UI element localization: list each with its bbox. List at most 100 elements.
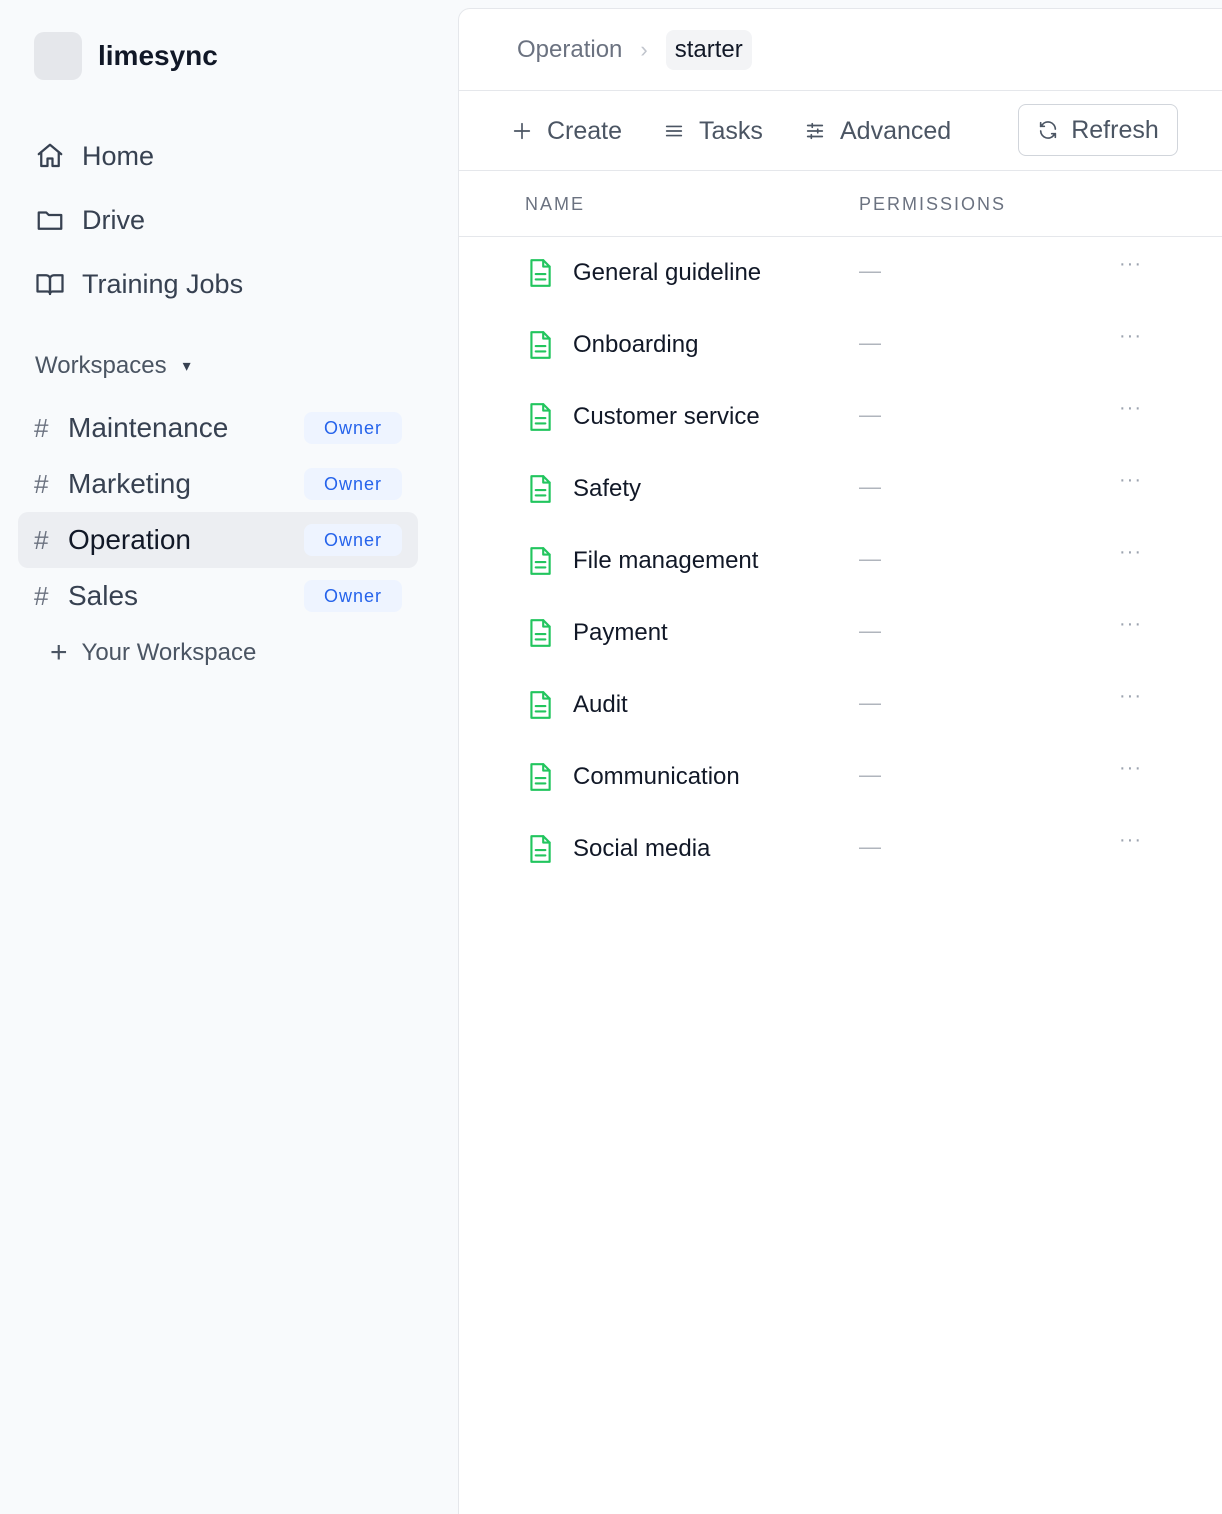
more-options-icon[interactable]: ··· [1119, 253, 1142, 276]
list-icon [663, 120, 685, 142]
more-options-icon[interactable]: ··· [1119, 541, 1142, 564]
add-workspace-button[interactable]: + Your Workspace [50, 636, 256, 670]
nav-item-label: Training Jobs [82, 268, 244, 299]
row-permissions: — [859, 474, 881, 499]
table-row[interactable]: Payment — ··· [459, 598, 1222, 670]
toolbar: Create Tasks Advanced Refresh [459, 91, 1222, 171]
breadcrumb: Operation › starter [459, 9, 1222, 91]
workspace-item-operation[interactable]: # Operation Owner [18, 512, 418, 568]
table-row[interactable]: Safety — ··· [459, 454, 1222, 526]
advanced-label: Advanced [840, 116, 952, 145]
role-badge: Owner [304, 468, 402, 500]
workspace-name: Operation [68, 524, 191, 555]
row-name: General guideline [573, 259, 762, 286]
more-options-icon[interactable]: ··· [1119, 397, 1142, 420]
row-permissions: — [859, 690, 881, 715]
table-row[interactable]: Onboarding — ··· [459, 310, 1222, 382]
table-row[interactable]: File management — ··· [459, 526, 1222, 598]
book-icon [34, 268, 66, 300]
table-header: NAME PERMISSIONS [459, 171, 1222, 237]
more-options-icon[interactable]: ··· [1119, 757, 1142, 780]
home-icon [34, 140, 66, 172]
document-icon [527, 690, 553, 720]
document-icon [527, 762, 553, 792]
row-name: Onboarding [573, 331, 699, 358]
document-icon [527, 402, 553, 432]
column-header-name[interactable]: NAME [525, 194, 585, 215]
workspace-item-marketing[interactable]: # Marketing Owner [18, 456, 418, 512]
brand-name: limesync [98, 40, 218, 71]
nav-item-label: Home [82, 140, 155, 171]
hash-icon: # [34, 412, 49, 443]
row-name: Customer service [573, 403, 760, 430]
document-icon [527, 834, 553, 864]
role-badge: Owner [304, 412, 402, 444]
row-name: Audit [573, 691, 628, 718]
document-icon [527, 330, 553, 360]
create-label: Create [547, 116, 623, 145]
row-permissions: — [859, 834, 881, 859]
nav-item-home[interactable]: Home [34, 124, 414, 188]
sliders-icon [804, 120, 826, 142]
brand[interactable]: limesync [34, 32, 218, 80]
tasks-button[interactable]: Tasks [663, 91, 763, 171]
sidebar: limesync Home Drive Training Jobs Worksp… [0, 0, 458, 1514]
chevron-right-icon: › [640, 36, 648, 62]
table-row[interactable]: Social media — ··· [459, 814, 1222, 886]
more-options-icon[interactable]: ··· [1119, 325, 1142, 348]
row-name: Communication [573, 763, 740, 790]
plus-icon: + [50, 636, 68, 669]
more-options-icon[interactable]: ··· [1119, 613, 1142, 636]
document-icon [527, 474, 553, 504]
create-button[interactable]: Create [511, 91, 622, 171]
caret-down-icon: ▾ [182, 358, 191, 375]
nav-item-training-jobs[interactable]: Training Jobs [34, 252, 414, 316]
row-permissions: — [859, 330, 881, 355]
table-row[interactable]: Communication — ··· [459, 742, 1222, 814]
plus-icon [511, 120, 533, 142]
document-icon [527, 618, 553, 648]
main-panel: Operation › starter Create Tasks Advance… [458, 8, 1222, 1514]
more-options-icon[interactable]: ··· [1119, 685, 1142, 708]
table-row[interactable]: Customer service — ··· [459, 382, 1222, 454]
workspace-item-sales[interactable]: # Sales Owner [18, 568, 418, 624]
row-permissions: — [859, 618, 881, 643]
workspace-list: # Maintenance Owner # Marketing Owner # … [18, 400, 418, 624]
tasks-label: Tasks [699, 116, 763, 145]
workspaces-toggle[interactable]: Workspaces ▾ [35, 352, 191, 380]
role-badge: Owner [304, 524, 402, 556]
column-header-permissions[interactable]: PERMISSIONS [859, 194, 1006, 215]
hash-icon: # [34, 580, 49, 611]
document-icon [527, 258, 553, 288]
breadcrumb-parent[interactable]: Operation [517, 36, 622, 64]
row-permissions: — [859, 546, 881, 571]
table-row[interactable]: Audit — ··· [459, 670, 1222, 742]
workspace-item-maintenance[interactable]: # Maintenance Owner [18, 400, 418, 456]
refresh-icon [1040, 121, 1057, 139]
breadcrumb-current[interactable]: starter [665, 29, 752, 70]
table-row[interactable]: General guideline — ··· [459, 238, 1222, 310]
row-name: Payment [573, 619, 668, 646]
folder-icon [34, 204, 66, 236]
refresh-button[interactable]: Refresh [1018, 104, 1178, 156]
nav-item-drive[interactable]: Drive [34, 188, 414, 252]
add-workspace-label: Your Workspace [81, 639, 257, 666]
more-options-icon[interactable]: ··· [1119, 829, 1142, 852]
advanced-button[interactable]: Advanced [804, 91, 951, 171]
row-name: Social media [573, 835, 711, 862]
hash-icon: # [34, 468, 49, 499]
row-permissions: — [859, 402, 881, 427]
refresh-label: Refresh [1071, 115, 1159, 144]
document-icon [527, 546, 553, 576]
more-options-icon[interactable]: ··· [1119, 469, 1142, 492]
hash-icon: # [34, 524, 49, 555]
main-nav: Home Drive Training Jobs [34, 124, 414, 316]
table-body: General guideline — ··· Onboarding — ···… [459, 238, 1222, 886]
workspace-name: Sales [68, 580, 139, 611]
row-name: File management [573, 547, 759, 574]
role-badge: Owner [304, 580, 402, 612]
nav-item-label: Drive [82, 204, 146, 235]
row-permissions: — [859, 258, 881, 283]
workspace-name: Marketing [68, 468, 191, 499]
row-name: Safety [573, 475, 642, 502]
